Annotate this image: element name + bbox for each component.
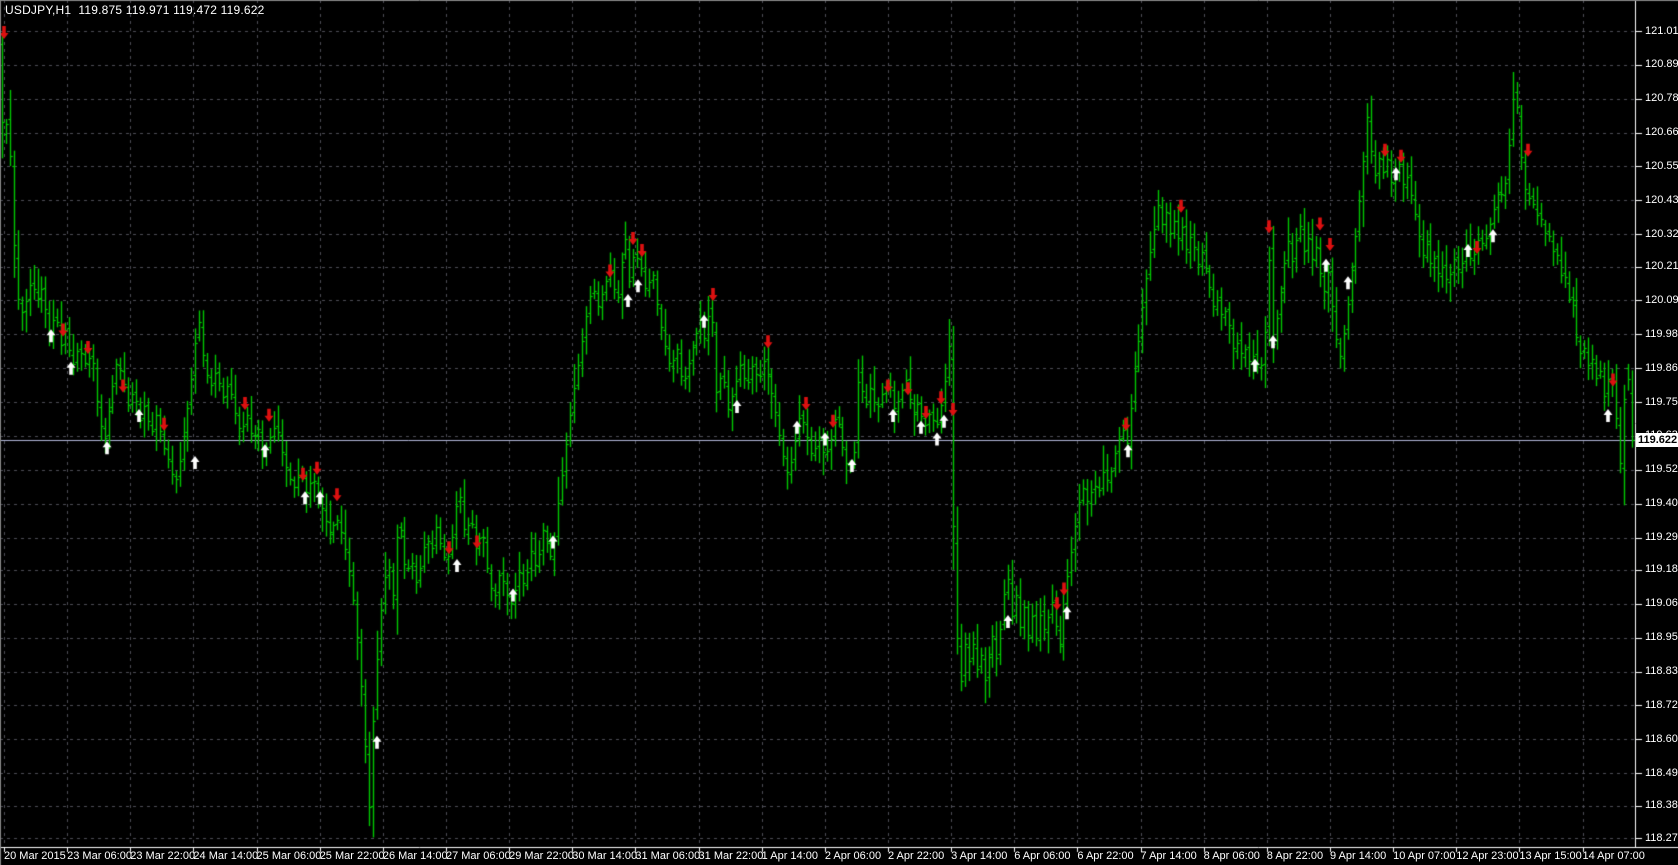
x-axis-label: 2 Apr 22:00 <box>887 850 945 862</box>
x-axis-label: 8 Apr 22:00 <box>1266 850 1324 862</box>
current-price-label: 119.622 <box>1638 433 1678 446</box>
x-axis-label: 6 Apr 06:00 <box>1014 850 1071 862</box>
y-axis-label: 119.180 <box>1645 563 1678 576</box>
y-axis-label: 120.665 <box>1645 126 1678 139</box>
y-axis-label: 118.720 <box>1645 698 1678 711</box>
y-axis-label: 118.835 <box>1645 665 1678 678</box>
x-axis-label: 27 Mar 06:00 <box>445 850 511 862</box>
y-axis-label: 119.405 <box>1645 497 1678 510</box>
x-axis-label: 29 Mar 22:00 <box>509 850 574 862</box>
x-axis-label: 23 Mar 22:00 <box>130 850 196 862</box>
y-axis-label: 121.010 <box>1645 24 1678 37</box>
x-axis-label: 13 Apr 15:00 <box>1519 850 1582 862</box>
y-axis-label: 120.780 <box>1645 92 1678 105</box>
x-axis-label: 2 Apr 06:00 <box>824 850 882 862</box>
x-axis-label: 31 Mar 22:00 <box>698 850 764 862</box>
x-axis-label: 25 Mar 22:00 <box>319 850 385 862</box>
y-axis-label: 118.490 <box>1645 766 1678 779</box>
y-axis-label: 118.605 <box>1645 732 1678 745</box>
y-axis-label: 118.270 <box>1645 831 1678 844</box>
y-axis-label: 120.435 <box>1645 193 1678 206</box>
y-axis-label: 120.550 <box>1645 159 1678 172</box>
x-axis-label: 23 Mar 06:00 <box>67 850 132 862</box>
x-axis-label: 26 Mar 14:00 <box>382 850 448 862</box>
x-axis-label: 14 Apr 07:00 <box>1582 850 1645 862</box>
x-axis-label: 1 Apr 14:00 <box>761 850 818 862</box>
x-axis-label: 10 Apr 07:00 <box>1393 850 1456 862</box>
x-axis-label: 8 Apr 06:00 <box>1203 850 1260 862</box>
y-axis-label: 120.210 <box>1645 260 1678 273</box>
x-axis-label: 31 Mar 06:00 <box>635 850 701 862</box>
x-axis-label: 12 Apr 23:00 <box>1456 850 1519 862</box>
y-axis-label: 119.750 <box>1645 395 1678 408</box>
current-price-box: 119.622 <box>1636 432 1678 447</box>
chart-window: USDJPY,H1 119.875 119.971 119.472 119.62… <box>0 0 1678 865</box>
y-axis-label: 120.095 <box>1645 293 1678 306</box>
y-axis-label: 119.065 <box>1645 597 1678 610</box>
x-axis-label: 9 Apr 14:00 <box>1329 850 1387 862</box>
y-axis-label: 120.895 <box>1645 58 1678 71</box>
y-axis-label: 118.950 <box>1645 631 1678 644</box>
y-axis-label: 119.520 <box>1645 463 1678 476</box>
x-axis-label: 7 Apr 14:00 <box>1140 850 1197 862</box>
chart-canvas[interactable] <box>0 0 1678 865</box>
y-axis-label: 119.865 <box>1645 361 1678 374</box>
y-axis-label: 119.980 <box>1645 327 1678 340</box>
x-axis-label: 6 Apr 22:00 <box>1077 850 1134 862</box>
x-axis-label: 3 Apr 14:00 <box>951 850 1008 862</box>
y-axis-label: 120.320 <box>1645 227 1678 240</box>
x-axis-label: 24 Mar 14:00 <box>193 850 259 862</box>
y-axis-label: 119.290 <box>1645 531 1678 544</box>
x-axis-label: 20 Mar 2015 <box>4 850 66 862</box>
chart-title: USDJPY,H1 119.875 119.971 119.472 119.62… <box>5 3 265 17</box>
x-axis-label: 25 Mar 06:00 <box>256 850 322 862</box>
y-axis-label: 118.380 <box>1645 799 1678 812</box>
x-axis-label: 30 Mar 14:00 <box>572 850 638 862</box>
